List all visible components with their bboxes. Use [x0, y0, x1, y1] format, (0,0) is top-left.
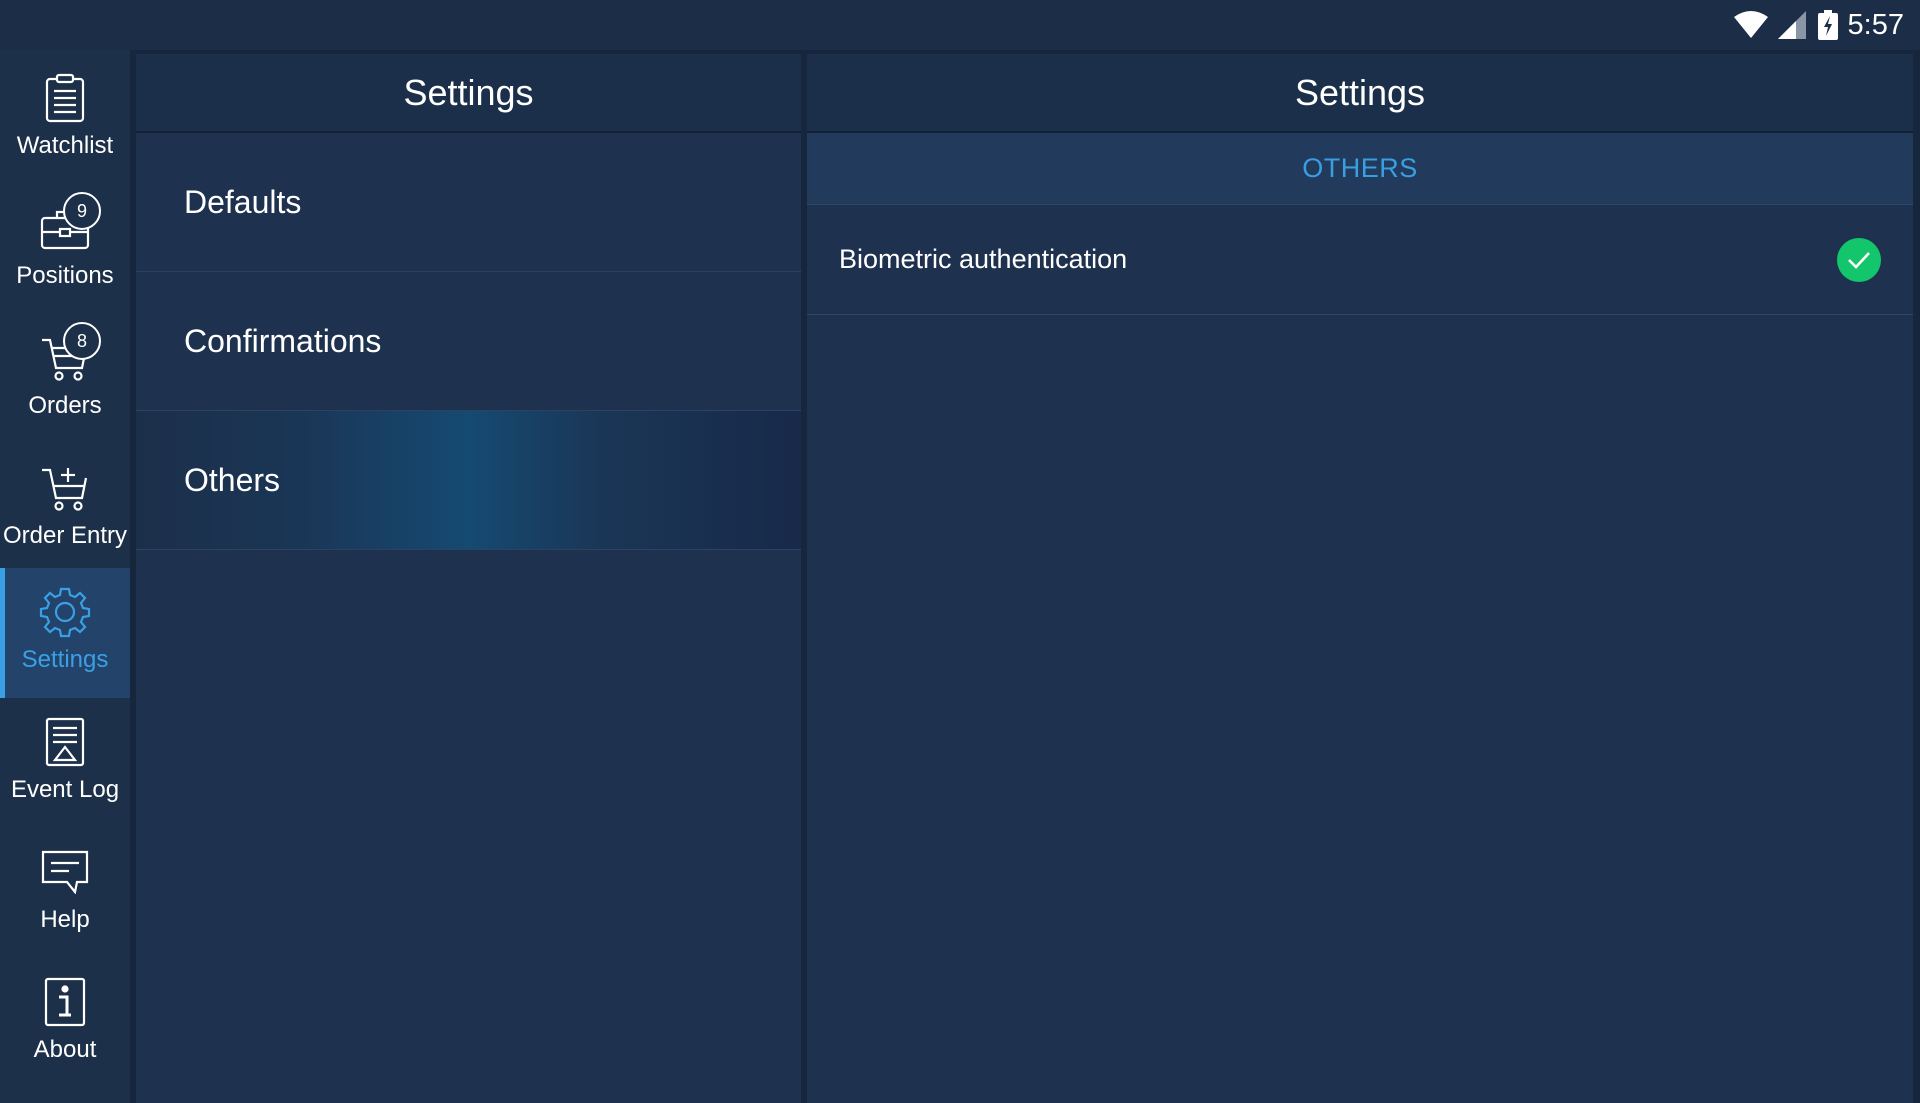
nav-item-event-log[interactable]: Event Log [0, 698, 130, 828]
nav-label-orders: Orders [28, 392, 102, 419]
cart-plus-icon [35, 458, 95, 518]
nav-item-watchlist[interactable]: Watchlist [0, 54, 130, 184]
nav-label-about: About [33, 1036, 97, 1063]
nav-item-help[interactable]: Help [0, 828, 130, 958]
nav-label-event-log: Event Log [10, 776, 120, 803]
settings-menu-item-confirmations[interactable]: Confirmations [136, 272, 801, 411]
settings-menu-item-defaults[interactable]: Defaults [136, 133, 801, 272]
orders-count-badge: 8 [63, 322, 101, 360]
settings-menu-item-label: Defaults [184, 183, 302, 220]
info-icon [35, 972, 95, 1032]
cell-signal-icon [1777, 11, 1806, 39]
nav-label-positions: Positions [16, 262, 114, 289]
settings-menu-pane: Settings Defaults Confirmations Others [136, 54, 801, 1103]
check-icon [1848, 251, 1870, 269]
status-bar: 5:57 [0, 0, 1920, 50]
setting-label-biometric: Biometric authentication [839, 244, 1128, 274]
clipboard-list-icon [35, 68, 95, 128]
settings-menu-title: Settings [136, 54, 801, 133]
section-header-others: OTHERS [807, 133, 1913, 205]
nav-label-order-entry: Order Entry [2, 522, 128, 549]
chat-bubble-icon [35, 842, 95, 902]
status-icons: 5:57 [1733, 8, 1904, 42]
cart-icon: 8 [35, 322, 101, 388]
wifi-icon [1733, 11, 1768, 38]
nav-label-settings: Settings [21, 646, 109, 673]
setting-row-biometric[interactable]: Biometric authentication [807, 205, 1913, 315]
nav-item-settings[interactable]: Settings [0, 568, 130, 698]
nav-item-positions[interactable]: 9 Positions [0, 184, 130, 314]
briefcase-icon: 9 [35, 192, 101, 258]
gear-icon [35, 582, 95, 642]
settings-menu-item-label: Others [184, 461, 281, 498]
pane-divider-right [1913, 50, 1920, 1103]
positions-count-badge: 9 [63, 192, 101, 230]
status-time: 5:57 [1847, 8, 1904, 41]
nav-label-watchlist: Watchlist [16, 132, 114, 159]
settings-detail-pane: Settings OTHERS Biometric authentication [807, 54, 1913, 1103]
nav-item-about[interactable]: About [0, 958, 130, 1088]
nav-item-order-entry[interactable]: Order Entry [0, 444, 130, 574]
nav-item-orders[interactable]: 8 Orders [0, 314, 130, 444]
biometric-toggle-checkmark[interactable] [1837, 237, 1881, 282]
nav-label-help: Help [40, 906, 90, 933]
settings-menu-item-others[interactable]: Others [136, 411, 801, 550]
event-log-icon [35, 712, 95, 772]
settings-detail-title: Settings [807, 54, 1913, 133]
nav-rail: Watchlist 9 Positions 8 Orders Order Ent… [0, 50, 130, 1103]
settings-menu-item-label: Confirmations [184, 322, 382, 359]
battery-charging-icon [1817, 10, 1838, 40]
